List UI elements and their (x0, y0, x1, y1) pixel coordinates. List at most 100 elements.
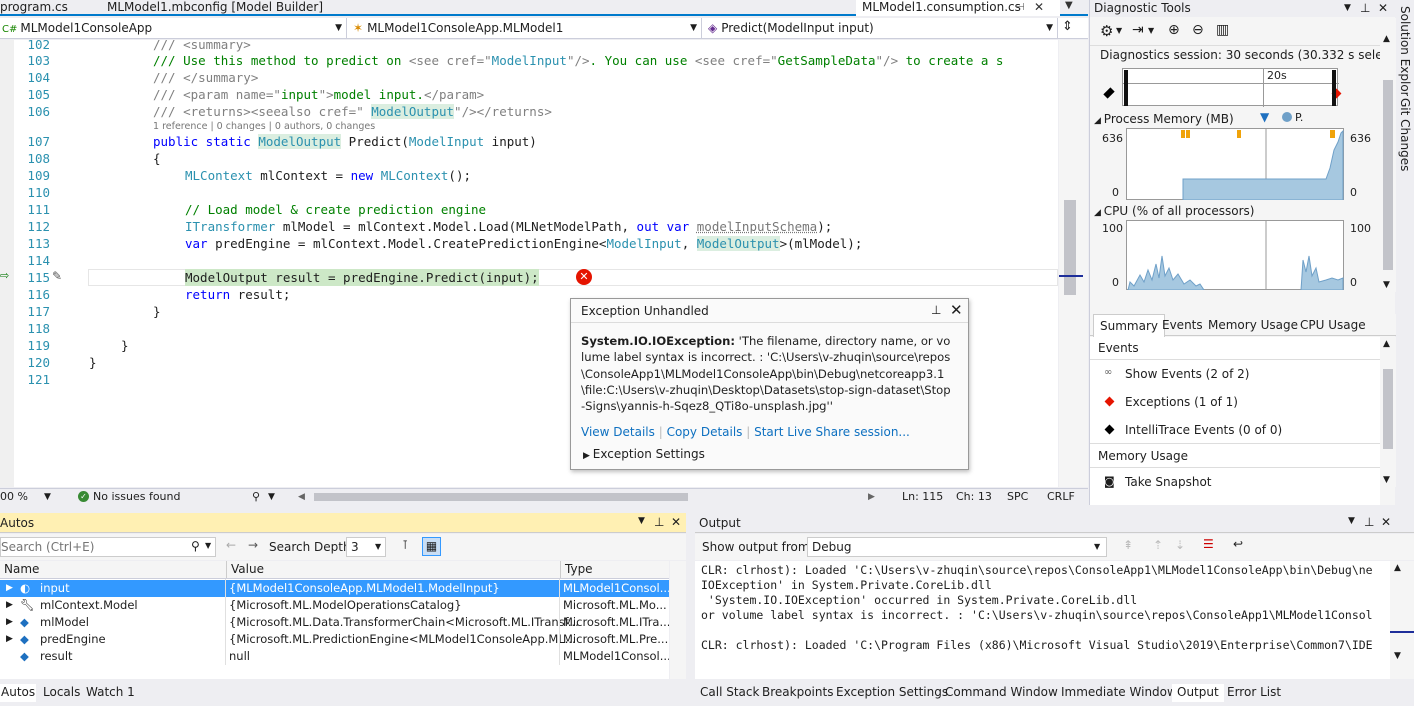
view-details-link[interactable]: View Details (581, 425, 655, 439)
autos-search-input[interactable] (1, 539, 181, 555)
tab-cpu-usage[interactable]: CPU Usage (1300, 314, 1366, 336)
chevron-down-icon[interactable]: ▼ (1348, 516, 1355, 526)
tab-exception-settings[interactable]: Exception Settings (831, 684, 953, 702)
tab-error-list[interactable]: Error List (1222, 684, 1286, 702)
pin-icon[interactable]: ⊥ (1360, 0, 1370, 16)
memory-graph[interactable] (1126, 128, 1344, 200)
scrollbar-thumb[interactable] (1383, 369, 1393, 449)
tab-program-cs[interactable]: program.cs (0, 0, 100, 16)
editor-vertical-scrollbar[interactable] (1059, 40, 1088, 487)
tab-consumption-cs[interactable]: MLModel1.consumption.cs ⊣ ✕ (856, 0, 1060, 16)
git-changes-tab[interactable]: Git Changes (1398, 98, 1412, 171)
scroll-up-icon[interactable]: ▲ (1383, 339, 1390, 349)
issues-status[interactable]: No issues found (93, 489, 180, 505)
next-message-icon[interactable]: ⇣ (1175, 538, 1185, 552)
output-scrollbar[interactable]: ▲ ▼ (1390, 561, 1414, 679)
tab-call-stack[interactable]: Call Stack (695, 684, 764, 702)
search-depth-dropdown[interactable]: 3 ▼ (346, 537, 386, 557)
output-source-dropdown[interactable]: Debug ▼ (807, 537, 1107, 557)
chevron-down-icon[interactable]: ▼ (205, 541, 211, 550)
cpu-graph[interactable] (1126, 220, 1344, 290)
tab-immediate-window[interactable]: Immediate Window (1056, 684, 1182, 702)
back-icon[interactable]: ← (226, 538, 236, 552)
brush-icon[interactable]: ⚲ (252, 489, 260, 505)
exceptions-link[interactable]: Exceptions (1 of 1) (1125, 395, 1238, 409)
whitespace-mode[interactable]: SPC (1007, 489, 1028, 505)
tab-memory-usage[interactable]: Memory Usage (1208, 314, 1298, 336)
zoom-in-icon[interactable]: ⊕ (1168, 22, 1180, 38)
live-share-link[interactable]: Start Live Share session... (754, 425, 910, 439)
table-row[interactable]: ▶ ◆ predEngine {Microsoft.ML.PredictionE… (0, 631, 669, 648)
tab-command-window[interactable]: Command Window (940, 684, 1063, 702)
output-text[interactable]: CLR: clrhost): Loaded 'C:\Users\v-zhuqin… (695, 561, 1390, 679)
chevron-down-icon[interactable]: ▼ (268, 489, 275, 505)
intellitrace-link[interactable]: IntelliTrace Events (0 of 0) (1125, 423, 1282, 437)
quick-action-icon[interactable]: ✎ (52, 269, 62, 283)
expand-icon[interactable]: ▶ (6, 631, 13, 647)
graphs-scrollbar[interactable]: ▲ ▼ (1380, 30, 1396, 292)
exception-icon[interactable]: ✕ (576, 269, 592, 285)
split-icon[interactable]: ⇕ (1062, 19, 1073, 34)
zoom-level[interactable]: 00 % (0, 489, 28, 505)
table-row[interactable]: ▶ 🔧︎ mlContext.Model {Microsoft.ML.Model… (0, 597, 669, 614)
scroll-left-icon[interactable]: ◀ (298, 489, 305, 505)
pin-column-icon[interactable]: ⊺ (402, 538, 408, 552)
tab-breakpoints[interactable]: Breakpoints (757, 684, 838, 702)
scrollbar-thumb[interactable] (1383, 80, 1393, 270)
zoom-out-icon[interactable]: ⊖ (1192, 22, 1204, 38)
chevron-down-icon[interactable]: ▼ (1116, 26, 1122, 35)
find-message-icon[interactable]: ⇞ (1123, 538, 1133, 552)
class-dropdown[interactable]: ✶ MLModel1ConsoleApp.MLModel1 ▼ (349, 18, 702, 39)
table-row[interactable]: ▶ ◆ mlModel {Microsoft.ML.Data.Transform… (0, 614, 669, 631)
scroll-up-icon[interactable]: ▲ (1394, 563, 1401, 573)
tab-output[interactable]: Output (1172, 684, 1224, 702)
memory-section-title[interactable]: ◢ Process Memory (MB) (1094, 112, 1234, 126)
selection-handle-left[interactable] (1124, 70, 1128, 106)
selection-handle-right[interactable] (1332, 70, 1336, 106)
scroll-right-icon[interactable]: ▶ (868, 489, 875, 505)
scroll-down-icon[interactable]: ▼ (1383, 475, 1390, 485)
reset-view-icon[interactable]: ▥ (1216, 22, 1229, 38)
code-editor[interactable]: ⇨ ✎ 102 103 104 105 106 107 108 109 110 … (0, 40, 1058, 487)
pin-icon[interactable]: ⊥ (1364, 515, 1374, 529)
project-dropdown[interactable]: C# MLModel1ConsoleApp ▼ (0, 18, 347, 39)
table-row[interactable]: ◆ result null MLModel1Consol... (0, 648, 669, 665)
close-icon[interactable]: ✕ (950, 301, 963, 319)
pin-icon[interactable]: ⊥ (654, 515, 664, 529)
tab-events[interactable]: Events (1162, 314, 1203, 336)
codelens-info[interactable]: 1 reference | 0 changes | 0 authors, 0 c… (153, 121, 375, 133)
prev-message-icon[interactable]: ⇡ (1153, 538, 1163, 552)
cpu-section-title[interactable]: ◢ CPU (% of all processors) (1094, 204, 1254, 218)
close-icon[interactable]: ✕ (1034, 0, 1044, 15)
close-icon[interactable]: ✕ (1381, 515, 1391, 529)
copy-details-link[interactable]: Copy Details (667, 425, 743, 439)
col-name[interactable]: Name (4, 561, 39, 578)
tab-locals[interactable]: Locals (38, 684, 85, 702)
tab-dropdown-icon[interactable]: ▼ (1065, 0, 1073, 11)
table-row[interactable]: ▶ ◐ input {MLModel1ConsoleApp.MLModel1.M… (0, 580, 669, 597)
summary-scrollbar[interactable]: ▲ ▼ (1380, 337, 1396, 487)
tab-watch-1[interactable]: Watch 1 (81, 684, 140, 702)
search-icon[interactable]: ⚲ (191, 539, 200, 553)
gear-icon[interactable]: ⚙ (1100, 22, 1113, 40)
chevron-down-icon[interactable]: ▼ (1148, 26, 1154, 35)
expand-icon[interactable]: ▶ (6, 614, 13, 630)
expand-icon[interactable]: ▶ (6, 597, 13, 613)
scroll-down-icon[interactable]: ▼ (1383, 280, 1390, 290)
zoom-dropdown-icon[interactable]: ▼ (44, 489, 51, 505)
clear-all-icon[interactable]: ☰ (1203, 537, 1214, 551)
expand-icon[interactable]: ▶ (6, 580, 13, 596)
scrollbar-thumb[interactable] (1064, 200, 1076, 295)
word-wrap-icon[interactable]: ↩ (1233, 537, 1243, 551)
horizontal-scrollbar-thumb[interactable] (314, 493, 688, 501)
autos-scrollbar[interactable] (670, 561, 686, 679)
close-icon[interactable]: ✕ (671, 515, 681, 529)
view-toggle-icon[interactable]: ▦ (422, 537, 441, 556)
pin-icon[interactable]: ⊥ (931, 303, 941, 317)
pin-icon[interactable]: ⊣ (1016, 0, 1025, 15)
chevron-down-icon[interactable]: ▼ (1344, 0, 1351, 16)
member-dropdown[interactable]: ◈ Predict(ModelInput input) ▼ (704, 18, 1058, 39)
line-ending[interactable]: CRLF (1047, 489, 1075, 505)
tab-mbconfig[interactable]: MLModel1.mbconfig [Model Builder] (107, 0, 337, 16)
forward-icon[interactable]: → (248, 538, 258, 552)
